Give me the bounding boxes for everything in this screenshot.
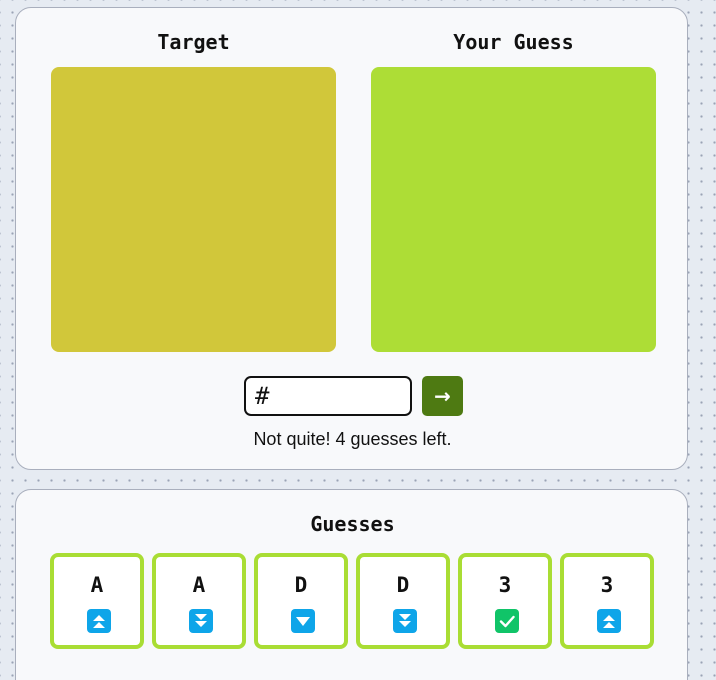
check-icon [495,609,519,633]
tile-character: D [396,573,410,597]
double-up-arrow-icon [597,609,621,633]
status-message: Not quite! 4 guesses left. [253,429,452,449]
submit-guess-button[interactable]: → [422,376,463,416]
guess-tile: A [152,553,246,649]
guess-tile: 3 [458,553,552,649]
guess-color-swatch [371,67,656,352]
hex-guess-input[interactable] [244,376,412,416]
target-heading: Target [157,30,230,54]
tile-character: D [294,573,308,597]
double-down-arrow-icon [393,609,417,633]
tile-character: 3 [498,573,512,597]
color-compare-card: Target Your Guess → Not quite! 4 guesses… [15,7,688,470]
tile-character: A [90,573,104,597]
guess-heading: Your Guess [453,30,574,54]
guesses-card: Guesses A A D D 3 3 [15,489,688,680]
guess-tile: 3 [560,553,654,649]
double-down-arrow-icon [189,609,213,633]
guess-tiles-row: A A D D 3 3 [50,553,654,649]
arrow-right-icon: → [434,384,451,408]
guess-tile: D [356,553,450,649]
down-arrow-icon [291,609,315,633]
guesses-heading: Guesses [310,512,395,536]
guess-tile: D [254,553,348,649]
tile-character: A [192,573,206,597]
double-up-arrow-icon [87,609,111,633]
tile-character: 3 [600,573,614,597]
target-color-swatch [51,67,336,352]
guess-tile: A [50,553,144,649]
